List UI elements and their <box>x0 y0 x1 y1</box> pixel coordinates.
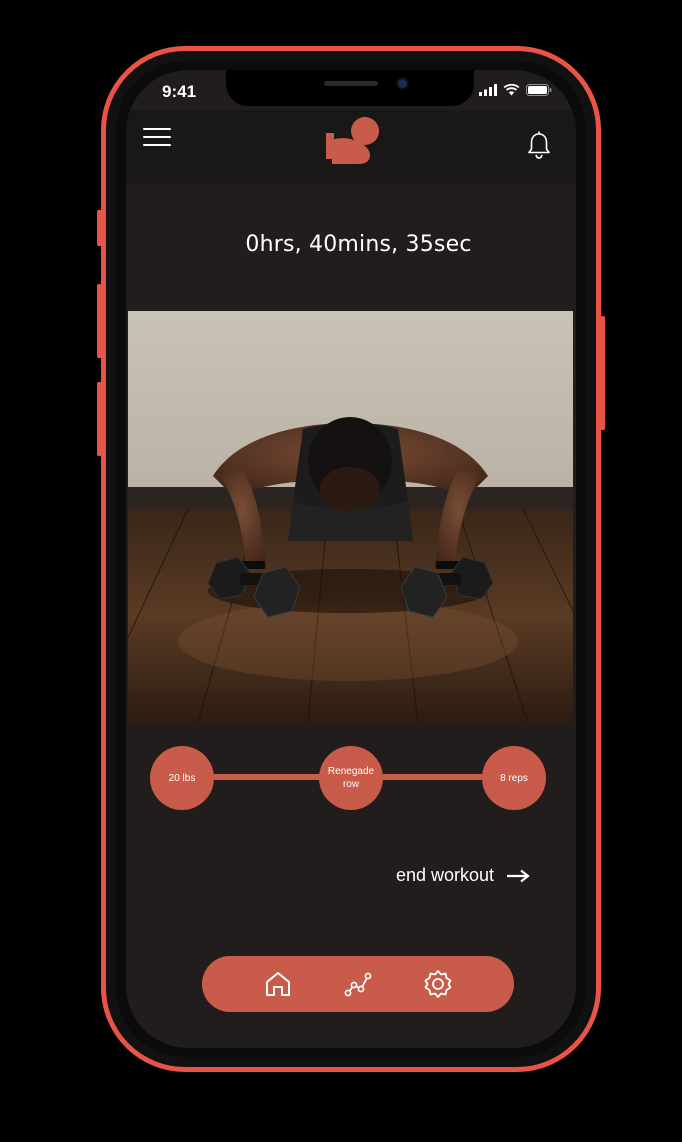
app-header <box>126 110 576 184</box>
step-reps[interactable]: 8 reps <box>482 746 546 810</box>
app-screen: 9:41 0hrs, 40mins, 35sec 20 lbs Renegade… <box>126 70 576 1048</box>
step-exercise[interactable]: Renegade row <box>319 746 383 810</box>
speaker-grille <box>324 81 378 86</box>
status-time: 9:41 <box>162 82 197 101</box>
workout-step-tracker: 20 lbs Renegade row 8 reps <box>150 746 548 812</box>
home-icon[interactable] <box>262 968 294 1000</box>
volume-down-button <box>97 382 102 456</box>
end-workout-label: end workout <box>396 865 495 885</box>
progress-chart-icon[interactable] <box>342 968 374 1000</box>
hamburger-menu-icon[interactable] <box>143 128 171 148</box>
arrow-right-icon <box>507 869 530 882</box>
volume-up-button <box>97 284 102 358</box>
workout-elapsed-time: 0hrs, 40mins, 35sec <box>245 232 472 257</box>
power-button <box>600 316 605 430</box>
end-workout-button[interactable]: end workout <box>396 865 530 886</box>
front-camera <box>398 79 407 88</box>
wifi-icon <box>503 84 520 96</box>
bottom-navigation <box>202 956 514 1012</box>
bell-icon[interactable] <box>526 130 552 160</box>
settings-gear-icon[interactable] <box>422 968 454 1000</box>
exercise-photo <box>128 311 573 723</box>
battery-icon <box>526 84 552 96</box>
status-icons <box>479 84 552 96</box>
notch <box>226 70 474 106</box>
silent-switch <box>97 210 102 246</box>
signal-icon <box>479 84 497 96</box>
step-weight[interactable]: 20 lbs <box>150 746 214 810</box>
flexed-arm-logo <box>326 117 379 164</box>
